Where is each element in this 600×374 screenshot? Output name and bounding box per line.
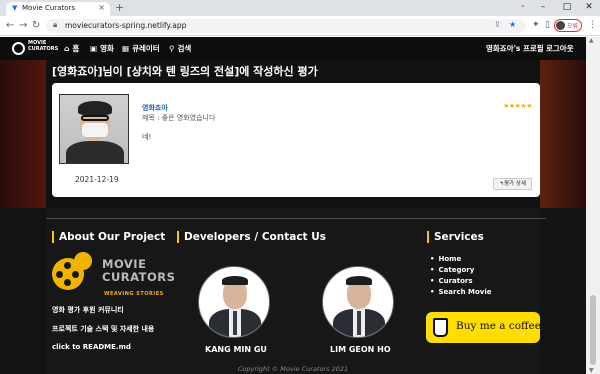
developer-photo-lim[interactable] [322,266,394,338]
tab-title: Movie Curators [22,4,75,12]
about-line-1[interactable]: 영화 평가 후원 커뮤니티 [52,305,124,315]
tab-search-icon[interactable]: ⌄ [520,1,526,9]
share-icon[interactable]: ⇪ [494,20,501,29]
review-detail-button[interactable]: ↰평가 상세 [493,178,532,190]
reviewer-name-link[interactable]: 영화죠아 [142,103,168,113]
developer-photo-kang[interactable] [198,266,270,338]
review-title: 제목 : 좋은 영화였습니다 [142,114,216,122]
id-card-icon: ▦ [122,44,130,53]
profile-button[interactable]: 오류 [554,19,582,32]
bookmark-star-icon[interactable]: ★ [509,20,516,29]
footer-logo-tagline: WEAVING STORIES [104,291,164,297]
sidepanel-icon[interactable]: ▯ [545,20,550,30]
nav-search[interactable]: ⚲ 검색 [169,43,191,54]
coffee-label: Buy me a coffee [456,320,541,332]
nav-logout-link[interactable]: 로그아웃 [546,43,574,54]
service-search-link[interactable]: Search Movie [430,287,491,298]
nav-profile-link[interactable]: 영화죠아's 프로필 [486,43,544,54]
browser-tab[interactable]: ▼ Movie Curators × [6,2,110,16]
scrollbar-thumb[interactable] [590,295,596,365]
developer-name-kang: KANG MIN GU [205,345,267,354]
review-card: 영화죠아 제목 : 좋은 영화였습니다 네! ★★★★★ ↰평가 상세 [52,83,540,197]
nav-curators[interactable]: ▦ 큐레이터 [122,43,160,54]
window-close-button[interactable]: ✕ [578,0,600,14]
url-text[interactable]: moviecurators-spring.netlify.app [65,21,186,30]
developers-heading: Developers / Contact Us [177,231,326,243]
home-icon: ⌂ [64,44,70,53]
logo-text: MOVIE CURATORS [28,40,59,52]
search-icon: ⚲ [169,44,175,53]
address-bar[interactable]: 🔒︎ moviecurators-spring.netlify.app ⇪ ★ [46,19,526,33]
scroll-down-icon[interactable]: ▼ [589,367,594,374]
star-rating: ★★★★★ [503,102,532,110]
review-date: 2021-12-19 [75,175,119,184]
new-tab-button[interactable]: + [115,1,124,14]
minimize-button[interactable]: – [532,0,554,14]
film-reel-small-icon [74,252,92,270]
profile-avatar [556,21,565,30]
hero-backdrop: [영화죠아]님이 [샹치와 텐 링즈의 전설]에 작성하신 평가 영화죠아 제목… [0,60,586,208]
services-list: Home Category Curators Search Movie [430,254,492,298]
tab-close-icon[interactable]: × [98,3,105,12]
services-heading: Services [427,231,484,243]
film-icon: ▣ [90,44,98,53]
review-body: 네! [142,133,152,141]
menu-icon[interactable]: ⋮ [588,20,597,30]
footer-divider [46,218,546,219]
scroll-up-icon[interactable]: ▲ [589,37,594,44]
film-reel-icon [12,42,25,55]
page-scrollbar[interactable]: ▲ ▼ [586,37,600,374]
developer-name-lim: LIM GEON HO [330,345,391,354]
reviewer-photo [59,94,129,164]
coffee-cup-icon [433,318,448,337]
back-button[interactable]: ← [6,19,14,32]
readme-link[interactable]: click to README.md [52,343,131,351]
profile-label: 오류 [567,23,579,30]
page-title: [영화죠아]님이 [샹치와 텐 링즈의 전설]에 작성하신 평가 [52,65,318,78]
nav-movies[interactable]: ▣ 영화 [90,43,114,54]
site-logo[interactable]: MOVIE CURATORS [12,40,58,57]
browser-toolbar: ← → ↻ 🔒︎ moviecurators-spring.netlify.ap… [0,16,600,36]
site-navbar: MOVIE CURATORS ⌂ 홈 ▣ 영화 ▦ 큐레이터 ⚲ 검색 영화죠아's 프로… [0,37,586,60]
service-curators-link[interactable]: Curators [430,276,492,287]
about-heading: About Our Project [52,231,165,243]
lock-icon[interactable]: 🔒︎ [53,20,57,30]
footer-logo-text: MOVIE CURATORS [102,257,176,284]
extensions-icon[interactable]: ✦ [532,20,540,30]
service-home-link[interactable]: Home [430,254,492,265]
forward-button[interactable]: → [19,19,27,32]
vue-favicon-icon: ▼ [12,4,18,12]
about-line-2[interactable]: 프로젝트 기술 스택 및 자세한 내용 [52,324,154,334]
browser-tab-strip: ▼ Movie Curators × + ⌄ – □ ✕ [0,0,600,16]
reload-button[interactable]: ↻ [32,19,40,32]
maximize-button[interactable]: □ [556,0,578,14]
hand-cursor-icon: ☝ [520,331,526,341]
service-category-link[interactable]: Category [430,265,492,276]
nav-home[interactable]: ⌂ 홈 [64,43,79,54]
copyright-text: Copyright © Movie Curators 2021 [237,365,349,373]
